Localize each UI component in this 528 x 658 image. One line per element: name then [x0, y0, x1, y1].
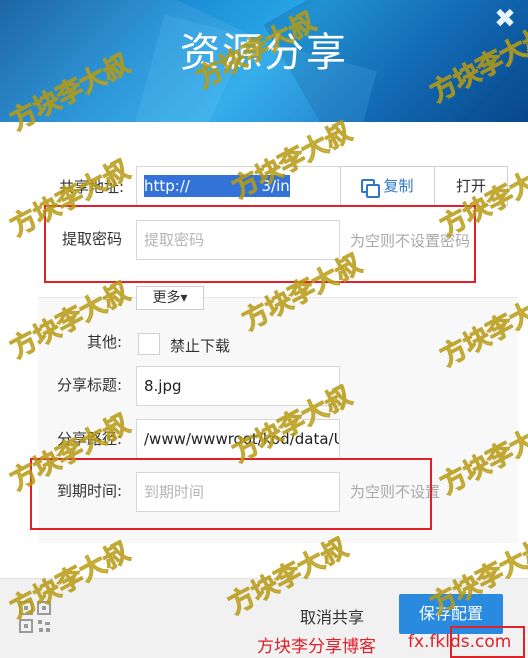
blog-url-annotation-box — [450, 626, 525, 658]
dialog-header: 资源分享 ✖ — [0, 0, 528, 122]
cancel-share-button[interactable]: 取消共享 — [300, 604, 364, 628]
share-address-label: 共享地址: — [58, 178, 124, 196]
open-button[interactable]: 打开 — [434, 166, 508, 206]
share-title-input[interactable]: 8.jpg — [136, 366, 340, 406]
copy-button[interactable]: 复制 — [340, 166, 435, 206]
share-path-label: 分享路径: — [56, 430, 122, 448]
password-annotation-box — [44, 205, 476, 283]
no-download-label: 禁止下载 — [170, 337, 231, 355]
dialog-title: 资源分享 — [180, 30, 348, 76]
share-url-field[interactable]: http:// 3/in — [136, 166, 341, 206]
expire-annotation-box — [30, 458, 432, 530]
more-toggle-button[interactable]: 更多▾ — [136, 286, 204, 310]
share-path-input[interactable]: /www/wwwroot/kod/data/U — [136, 419, 340, 459]
blog-name-caption: 方块李分享博客 — [257, 637, 376, 657]
other-label: 其他: — [86, 333, 122, 351]
copy-label: 复制 — [383, 177, 414, 195]
share-url-selected: http:// 3/in — [144, 175, 290, 197]
no-download-checkbox[interactable] — [138, 333, 160, 355]
copy-icon — [361, 179, 381, 198]
close-icon[interactable]: ✖ — [492, 6, 518, 32]
share-title-label: 分享标题: — [56, 376, 122, 394]
qr-code-icon[interactable] — [18, 600, 52, 634]
